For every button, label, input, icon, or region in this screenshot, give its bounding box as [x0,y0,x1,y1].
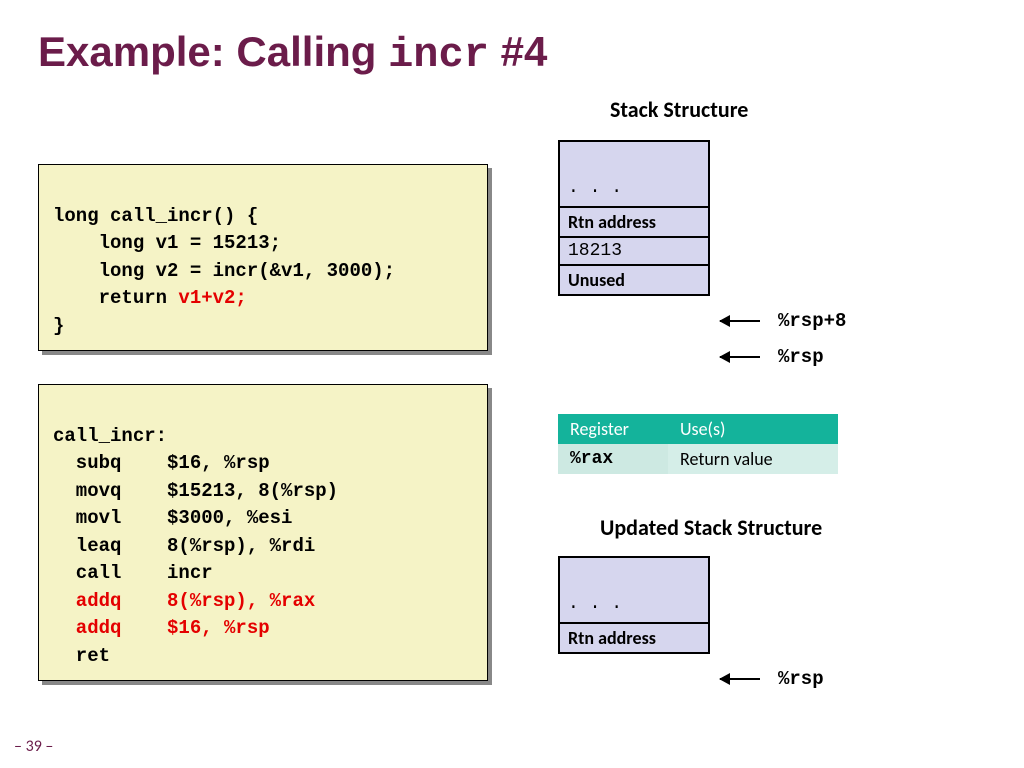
arrow-left-icon [720,678,760,680]
stack-structure-heading: Stack Structure [610,96,748,123]
title-pre: Example: Calling [38,28,388,75]
c-line-3: long v2 = incr(&v1, 3000); [53,260,395,282]
stack1-value: 18213 [560,238,708,266]
reg-cell-name: %rax [558,444,668,474]
c-line-4-pre: return [53,287,178,309]
asm-line-9: ret [53,645,110,667]
c-line-5: } [53,315,64,337]
asm-line-7: addq 8(%rsp), %rax [53,590,315,612]
asm-line-5: leaq 8(%rsp), %rdi [53,535,315,557]
c-code-box: long call_incr() { long v1 = 15213; long… [38,164,488,351]
title-code: incr [388,31,489,79]
register-table: Register Use(s) %rax Return value [558,414,838,474]
asm-line-1: call_incr: [53,425,167,447]
stack-diagram-1: . . . Rtn address 18213 Unused [558,140,710,296]
pointer-label-rsp-2: %rsp [778,668,824,690]
stack1-rtn: Rtn address [560,208,708,238]
c-line-4-hl: v1+v2; [178,287,246,309]
c-line-1: long call_incr() { [53,205,258,227]
asm-line-4: movl $3000, %esi [53,507,292,529]
asm-line-8: addq $16, %rsp [53,617,270,639]
arrow-left-icon [720,356,760,358]
reg-cell-use: Return value [668,444,838,474]
pointer-rsp-2: %rsp [720,668,824,690]
stack1-dots: . . . [560,142,708,208]
slide-title: Example: Calling incr #4 [38,28,547,79]
stack2-rtn: Rtn address [560,624,708,652]
pointer-rsp-1: %rsp [720,346,824,368]
reg-header-register: Register [558,414,668,444]
asm-line-2: subq $16, %rsp [53,452,270,474]
c-line-2: long v1 = 15213; [53,232,281,254]
updated-stack-heading: Updated Stack Structure [600,514,822,541]
table-row: %rax Return value [558,444,838,474]
page-number: – 39 – [14,737,53,756]
pointer-label-rsp: %rsp [778,346,824,368]
pointer-rsp-8: %rsp+8 [720,310,846,332]
title-post: #4 [489,28,547,75]
stack-diagram-2: . . . Rtn address [558,556,710,654]
pointer-label-rsp8: %rsp+8 [778,310,846,332]
stack2-dots: . . . [560,558,708,624]
asm-code-box: call_incr: subq $16, %rsp movq $15213, 8… [38,384,488,681]
arrow-left-icon [720,320,760,322]
asm-line-3: movq $15213, 8(%rsp) [53,480,338,502]
stack1-unused: Unused [560,266,708,294]
reg-header-uses: Use(s) [668,414,838,444]
asm-line-6: call incr [53,562,213,584]
